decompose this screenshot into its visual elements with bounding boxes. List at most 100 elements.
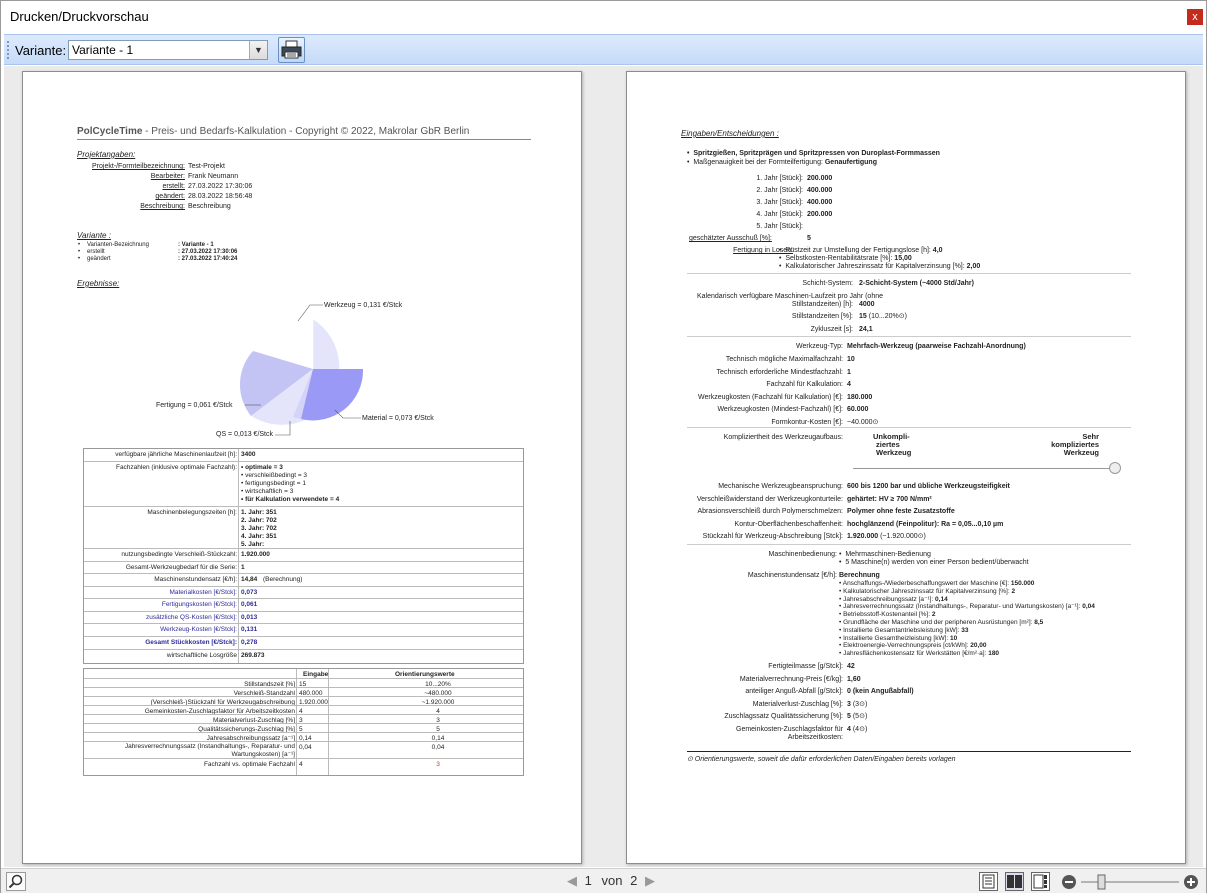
fach-label: Werkzeugkosten (Mindest-Fachzahl) [€]: <box>717 406 843 413</box>
zoom-thumb <box>1097 874 1106 890</box>
results-label: Gesamt-Werkzeugbedarf für die Serie: <box>125 564 237 571</box>
preview-page-2: Eingaben/Entscheidungen : • Spritzgießen… <box>626 71 1186 864</box>
results-value: 0,061 <box>241 601 258 608</box>
bullet-massgenauigkeit: • Maßgenauigkeit bei der Formteilfertigu… <box>687 159 877 166</box>
kompl-slider-track[interactable] <box>853 468 1115 469</box>
bed-item-2-text: 5 Maschine(n) werden von einer Person be… <box>845 559 1029 566</box>
tail-value: 0 (kein Angußabfall) <box>847 688 914 695</box>
compare-label: Fachzahl vs. optimale Fachzahl <box>203 761 295 768</box>
results-value: 1 <box>241 564 245 571</box>
variante-bullet: • <box>78 256 81 262</box>
compare-row-line <box>84 758 523 759</box>
results-value: 269.873 <box>241 652 265 659</box>
page-header: PolCycleTime - Preis- und Bedarfs-Kalkul… <box>77 126 470 137</box>
projekt-value: Test-Projekt <box>188 163 225 170</box>
mech-row: Polymer ohne feste Zusatzstoffe <box>847 507 955 516</box>
mech-value: gehärtet: HV ≥ 700 N/mm² <box>847 495 932 503</box>
schicht-value: 2-Schicht-System (~4000 Std/Jahr) <box>859 280 974 287</box>
zoom-slider[interactable] <box>1061 872 1201 891</box>
printer-icon <box>281 40 302 59</box>
section-variante-title: Variante <box>77 231 107 240</box>
year-value: 200.000 <box>807 175 833 182</box>
fach-value: ~40.000⊙ <box>847 418 879 426</box>
fach-value: 4 <box>847 381 851 388</box>
results-row-line <box>84 561 523 562</box>
pie-label-qs: QS = 0,013 €/Stck <box>216 431 274 438</box>
results-label: zusätzliche QS-Kosten [€/Stck]: <box>145 614 237 621</box>
ausschuss-label: geschätzter Ausschuß [%]: <box>689 235 772 242</box>
lose-item-1-label: Rüstzeit zur Umstellung der Fertigungslo… <box>785 247 933 254</box>
lose-item-3: • Kalkulatorischer Jahreszinssatz für Ka… <box>779 263 981 270</box>
kompl-slider-thumb[interactable] <box>1109 462 1121 474</box>
still-label: Stillstandzeiten [%]: <box>791 313 853 320</box>
results-value: 3400 <box>241 451 256 458</box>
single-page-view-button[interactable] <box>979 872 998 891</box>
results-label: verfügbare jährliche Maschinenlaufzeit [… <box>115 451 237 458</box>
print-button[interactable] <box>278 37 305 63</box>
variant-select-value: Variante - 1 <box>72 43 134 57</box>
section-variante: Variante : <box>77 231 111 240</box>
results-value: 14,84 <box>241 576 258 583</box>
results-value: 0,013 <box>241 614 258 621</box>
zoom-button[interactable] <box>6 872 26 891</box>
tail-label: Materialverrechnung-Preis [€/kg]: <box>739 675 843 683</box>
status-bar: ◀ 1 von 2 ▶ <box>1 868 1206 893</box>
toolbar-grip[interactable] <box>7 41 10 59</box>
two-page-view-button[interactable] <box>1005 872 1024 891</box>
results-row-line <box>84 623 523 624</box>
projekt-value: 28.03.2022 18:56:48 <box>188 193 253 200</box>
werkzeugtyp-value: Mehrfach-Werkzeug (paarweise Fachzahl-An… <box>847 343 1026 350</box>
tail-label: Materialverlust-Zuschlag [%]: <box>752 700 843 708</box>
mech-label: Verschleißwiderstand der Werkzeugkonturt… <box>696 495 843 503</box>
compare-col-line <box>296 669 297 775</box>
year-label: 2. Jahr [Stück]: <box>756 187 803 194</box>
next-page-icon[interactable]: ▶ <box>645 873 655 888</box>
bed-label: Maschinenbedienung: <box>768 551 838 558</box>
msatz-label: Maschinenstundensatz [€/h]: <box>747 572 837 579</box>
lose-item-1-value: 4,0 <box>932 247 943 254</box>
pie-label-material: Material = 0,073 €/Stck <box>362 415 434 422</box>
verfahren-text: Spritzgießen, Spritzprägen und Spritzpre… <box>693 150 940 157</box>
multi-page-view-button[interactable] <box>1031 872 1050 891</box>
kompl-left-3: Werkzeug <box>876 448 912 457</box>
toolbar: Variante: Variante - 1 ▼ <box>4 34 1203 65</box>
mech-value: 600 bis 1200 bar und übliche Werkzeugste… <box>847 483 1010 490</box>
projekt-label: Projekt-/Formteilbezeichnung: <box>92 163 185 170</box>
compare-row-line <box>84 741 523 742</box>
compare-row-line <box>84 678 523 679</box>
msatz-item: • Jahresflächenkostensatz für Werkstätte… <box>839 650 1000 658</box>
page-of: von <box>601 873 623 888</box>
msatz-item-label: Jahresflächenkostensatz für Werkstätten … <box>843 650 989 658</box>
year-label: 5. Jahr [Stück]: <box>756 223 803 230</box>
preview-page-1: PolCycleTime - Preis- und Bedarfs-Kalkul… <box>22 71 582 864</box>
results-label: Gesamt Stückkosten [€/Stck]: <box>145 639 237 646</box>
projekt-label: Bearbeiter: <box>150 173 185 180</box>
section-eingaben: Eingaben/Entscheidungen : <box>681 129 779 138</box>
compare-orient: 0,04 <box>431 744 445 751</box>
tail-label: Fertigteilmasse [g/Stck]: <box>768 663 843 670</box>
prev-page-icon[interactable]: ◀ <box>567 873 577 888</box>
tail-label: anteiliger Anguß-Abfall [g/Stck]: <box>745 688 843 695</box>
projekt-value: 27.03.2022 17:30:06 <box>188 183 253 190</box>
chevron-down-icon[interactable]: ▼ <box>249 41 267 59</box>
results-row-line <box>84 548 523 549</box>
kompl-label: Kompliziertheit des Werkzeugaufbaus: <box>723 434 843 441</box>
preview-area[interactable]: PolCycleTime - Preis- und Bedarfs-Kalkul… <box>4 66 1203 867</box>
close-button[interactable]: x <box>1187 9 1203 25</box>
results-row-line <box>84 598 523 599</box>
window-title: Drucken/Druckvorschau <box>10 9 149 24</box>
page-header-text: - Preis- und Bedarfs-Kalkulation - Copyr… <box>142 126 470 137</box>
year-label: 3. Jahr [Stück]: <box>756 199 803 206</box>
msatz-item-value: 33 <box>961 626 969 634</box>
compare-row-line <box>84 705 523 706</box>
variante-label: geändert <box>87 256 111 262</box>
results-label: Maschinenstundensatz [€/h]: <box>154 576 237 583</box>
variant-select[interactable]: Variante - 1 ▼ <box>68 40 268 60</box>
fach-value: 180.000 <box>847 393 873 401</box>
mech-row: gehärtet: HV ≥ 700 N/mm² <box>847 495 932 504</box>
year-label: 1. Jahr [Stück]: <box>756 175 803 182</box>
still-value: 15 <box>859 313 867 320</box>
msatz-item-value: 0,04 <box>1082 603 1095 611</box>
single-page-icon <box>982 874 995 889</box>
lose-item-3-value: 2,00 <box>966 263 981 270</box>
